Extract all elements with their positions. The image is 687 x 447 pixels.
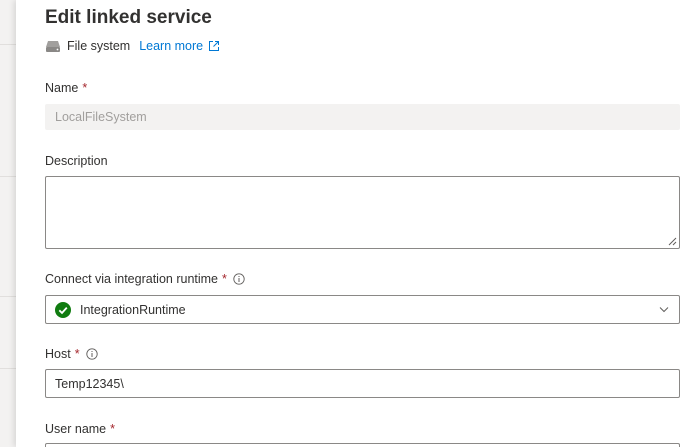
edit-linked-service-panel: Edit linked service File system Learn mo… (16, 0, 687, 447)
open-in-new-window-icon[interactable] (208, 40, 220, 52)
drive-icon (46, 41, 60, 52)
subtitle-row: File system Learn more (45, 38, 220, 54)
user-name-input[interactable] (45, 443, 680, 447)
description-label: Description (45, 154, 108, 168)
chevron-down-icon[interactable] (659, 306, 669, 313)
background-divider (0, 368, 16, 369)
name-field: LocalFileSystem (45, 104, 680, 130)
host-label-row: Host * (45, 347, 98, 361)
panel-title: Edit linked service (45, 7, 212, 28)
user-name-label: User name (45, 422, 107, 436)
background-divider (0, 296, 16, 297)
background-divider (0, 176, 16, 177)
host-value: Temp12345\ (55, 376, 124, 391)
linked-service-type: File system (67, 39, 131, 53)
description-label-row: Description (45, 154, 108, 168)
integration-runtime-label: Connect via integration runtime (45, 272, 219, 286)
user-name-label-row: User name * (45, 422, 115, 436)
info-icon[interactable] (85, 348, 98, 360)
host-input[interactable]: Temp12345\ (45, 369, 680, 398)
required-marker: * (82, 81, 88, 95)
required-marker: * (74, 347, 80, 361)
background-page (0, 0, 16, 447)
integration-runtime-dropdown[interactable]: IntegrationRuntime (45, 295, 680, 324)
resize-handle-icon[interactable] (668, 237, 677, 246)
name-label: Name (45, 81, 79, 95)
required-marker: * (110, 422, 116, 436)
name-value: LocalFileSystem (55, 110, 147, 124)
info-icon[interactable] (233, 273, 245, 285)
description-textarea[interactable] (45, 176, 680, 249)
name-label-row: Name * (45, 81, 87, 95)
learn-more-link[interactable]: Learn more (139, 39, 203, 53)
required-marker: * (222, 272, 227, 286)
host-label: Host (45, 347, 71, 361)
background-divider (0, 44, 16, 45)
check-circle-icon (55, 302, 71, 318)
integration-runtime-value: IntegrationRuntime (80, 302, 186, 317)
integration-runtime-label-row: Connect via integration runtime * (45, 272, 245, 286)
